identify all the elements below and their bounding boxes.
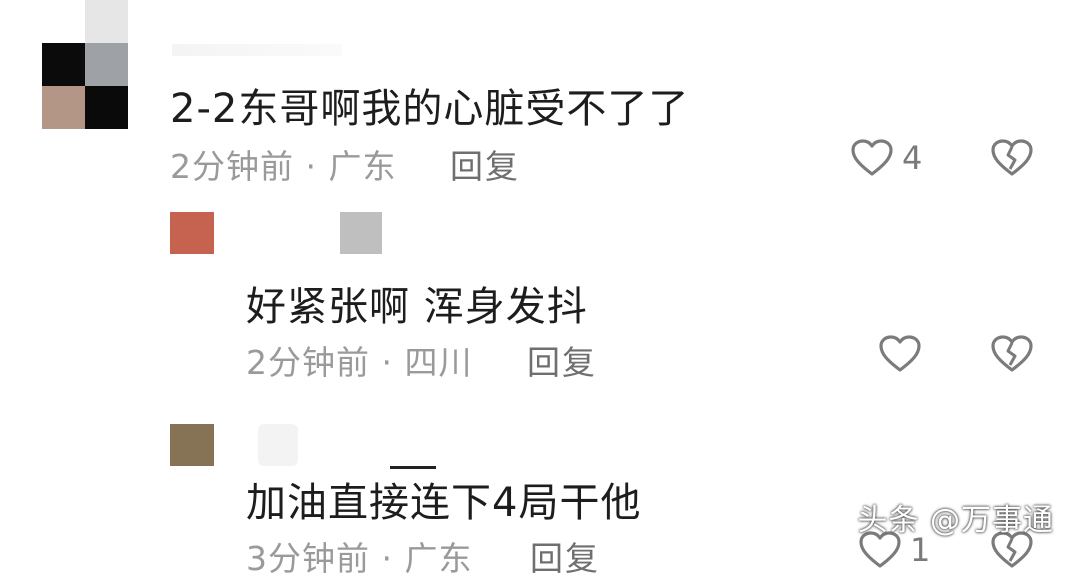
comment-meta: 2分钟前 · 广东 — [170, 147, 397, 186]
reply-button[interactable]: 回复 — [530, 532, 600, 580]
heart-outline-icon — [879, 335, 921, 372]
reply-button[interactable]: 回复 — [450, 140, 520, 188]
heart-outline-icon — [851, 139, 893, 176]
username-blurred[interactable] — [340, 212, 382, 254]
avatar-tile — [85, 0, 128, 43]
avatar[interactable] — [170, 424, 214, 466]
dislike-button[interactable] — [990, 334, 1034, 378]
comment-text: 好紧张啊 浑身发抖 — [246, 284, 588, 330]
broken-heart-icon — [991, 335, 1033, 372]
comment-meta: 3分钟前 · 广东 — [246, 539, 473, 578]
watermark: 头条 @万事通 — [857, 503, 1054, 538]
like-button[interactable]: 4 — [850, 138, 922, 178]
avatar-tile — [85, 86, 128, 129]
dislike-button[interactable] — [990, 138, 1034, 182]
username-blurred[interactable] — [258, 424, 298, 466]
reply-button[interactable]: 回复 — [527, 336, 597, 384]
username-blurred[interactable] — [172, 44, 342, 56]
avatar-tile — [85, 43, 128, 86]
username-underline — [390, 466, 436, 469]
broken-heart-icon — [991, 139, 1033, 176]
avatar-tile — [42, 43, 85, 86]
avatar-tile — [42, 0, 85, 43]
avatar[interactable] — [42, 0, 128, 129]
comment-text: 2-2东哥啊我的心脏受不了了 — [170, 86, 690, 132]
like-button[interactable] — [878, 334, 930, 374]
comment-text: 加油直接连下4局干他 — [246, 480, 642, 526]
comment-meta: 2分钟前 · 四川 — [246, 343, 473, 382]
avatar[interactable] — [170, 212, 214, 254]
like-count: 4 — [902, 139, 923, 177]
avatar-tile — [42, 86, 85, 129]
